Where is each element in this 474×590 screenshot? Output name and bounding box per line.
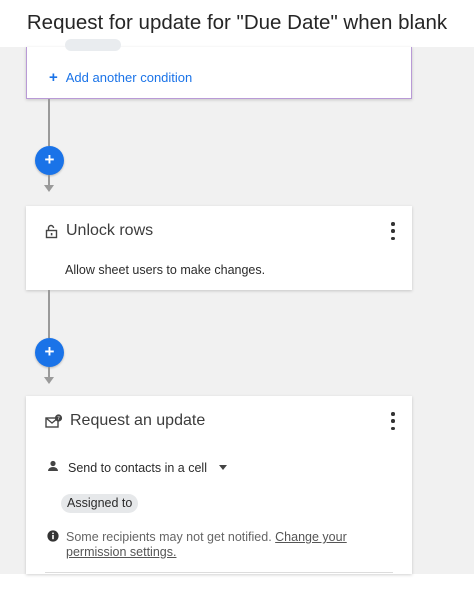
add-condition-button[interactable]: + Add another condition — [49, 68, 193, 86]
unlock-rows-description: Allow sheet users to make changes. — [65, 263, 266, 277]
request-update-title: Request an update — [70, 412, 206, 429]
person-icon — [47, 460, 59, 475]
condition-chip — [65, 39, 121, 51]
permission-warning: Some recipients may not get notified. Ch… — [47, 530, 387, 560]
request-update-card[interactable]: ? Request an update Send to contacts in … — [26, 396, 412, 574]
unlock-rows-card[interactable]: Unlock rows Allow sheet users to make ch… — [26, 206, 412, 290]
chevron-down-icon — [218, 465, 227, 470]
warning-text: Some recipients may not get notified. — [66, 530, 272, 544]
more-options-icon[interactable] — [390, 412, 396, 430]
send-to-label: Send to contacts in a cell — [68, 460, 207, 475]
plus-icon: + — [49, 68, 58, 86]
add-step-button[interactable]: + — [35, 146, 64, 175]
workflow-canvas: + Add another condition + Unlock rows Al… — [0, 39, 474, 574]
svg-text:?: ? — [57, 416, 60, 422]
unlock-icon — [45, 224, 59, 239]
info-icon — [47, 530, 59, 560]
connector-line — [48, 367, 50, 377]
more-options-icon[interactable] — [390, 222, 396, 240]
connector-arrow-icon — [44, 185, 54, 192]
send-to-dropdown[interactable]: Send to contacts in a cell — [47, 460, 227, 475]
request-update-icon: ? — [45, 413, 63, 429]
connector-line — [48, 99, 50, 146]
connector-line — [48, 175, 50, 185]
connector-line — [48, 290, 50, 338]
connector-arrow-icon — [44, 377, 54, 384]
condition-block: + Add another condition — [26, 39, 412, 99]
unlock-rows-title: Unlock rows — [66, 222, 154, 239]
add-step-button[interactable]: + — [35, 338, 64, 367]
unlock-rows-header: Unlock rows — [45, 221, 153, 241]
contact-column-chip[interactable]: Assigned to — [61, 494, 139, 513]
add-condition-label: Add another condition — [65, 70, 193, 85]
divider — [45, 572, 393, 573]
request-update-header: ? Request an update — [45, 411, 205, 431]
